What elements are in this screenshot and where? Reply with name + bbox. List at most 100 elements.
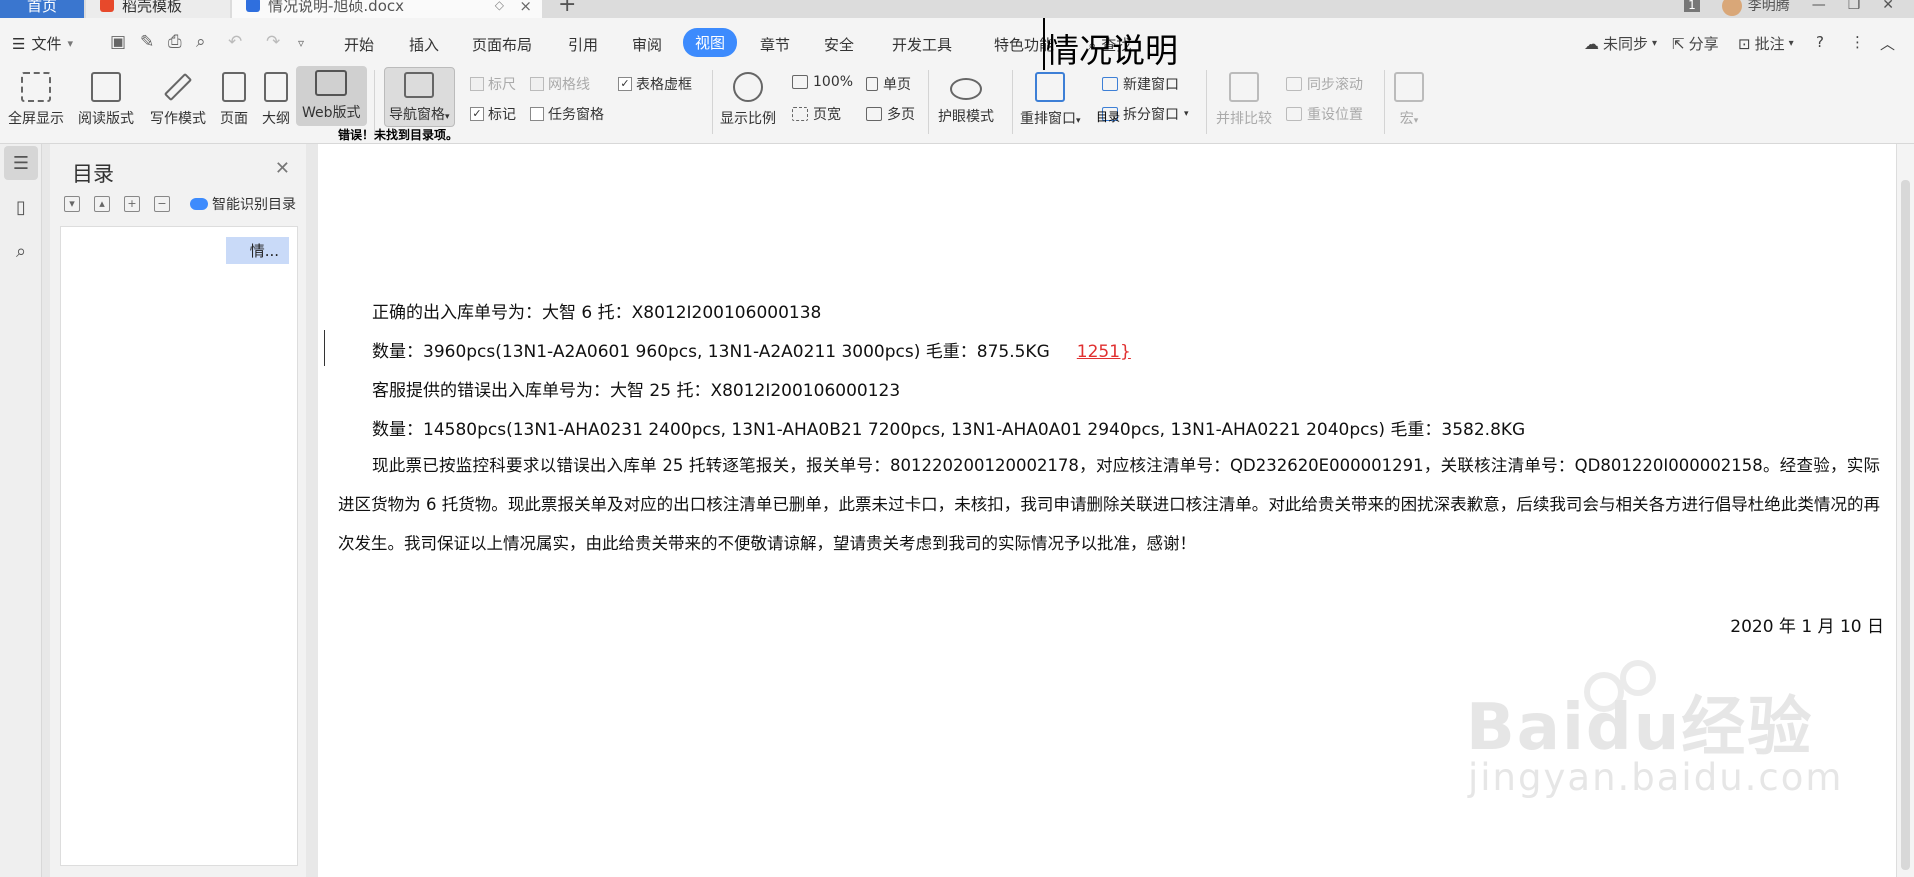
window-count-badge[interactable]: 1 xyxy=(1684,0,1700,12)
book-icon xyxy=(91,72,121,102)
table-gridlines-checkbox[interactable]: ✓ 表格虚框 xyxy=(618,74,692,94)
side-by-side-button[interactable]: 并排比较 xyxy=(1216,68,1272,128)
ribbon-separator xyxy=(928,70,929,134)
navigation-pane-button[interactable]: 导航窗格▾ xyxy=(384,67,455,127)
eye-protection-button[interactable]: 护眼模式 xyxy=(938,68,994,126)
quantity-line-1[interactable]: 数量：3960pcs(13N1-A2A0601 960pcs, 13N1-A2A… xyxy=(372,337,1131,362)
zoom-button[interactable]: 显示比例 xyxy=(720,68,776,128)
document-date[interactable]: 2020 年 1 月 10 日 xyxy=(1730,612,1884,637)
new-window-button[interactable]: 新建窗口 xyxy=(1102,74,1179,94)
tab-insert[interactable]: 插入 xyxy=(409,34,439,55)
tracked-change-text[interactable]: 1251} xyxy=(1077,342,1131,362)
expand-down-icon[interactable]: ▾ xyxy=(64,196,80,212)
view-ribbon: 全屏显示 阅读版式 写作模式 页面 大纲 Web版式 导航窗格▾ 标尺 网格线 … xyxy=(0,62,1914,144)
share-label: 分享 xyxy=(1688,35,1719,53)
writer-doc-icon xyxy=(246,0,260,12)
help-icon[interactable]: ? xyxy=(1816,33,1824,51)
page-width-button[interactable]: 页宽 xyxy=(792,104,841,124)
single-page-button[interactable]: 单页 xyxy=(866,74,911,94)
ruler-checkbox[interactable]: 标尺 xyxy=(470,74,516,94)
remove-heading-icon[interactable]: − xyxy=(154,196,170,212)
ribbon-separator xyxy=(374,70,375,134)
zoom-icon xyxy=(733,72,763,102)
correct-order-line[interactable]: 正确的出入库单号为：大智 6 托：X8012I200106000138 xyxy=(372,298,821,323)
comment-label: 批注 xyxy=(1754,35,1785,53)
sync-scroll-label: 同步滚动 xyxy=(1307,77,1363,93)
quantity-line-2[interactable]: 数量：14580pcs(13N1-AHA0231 2400pcs, 13N1-A… xyxy=(372,415,1525,440)
marks-checkbox[interactable]: ✓ 标记 xyxy=(470,104,516,124)
undo-icon[interactable]: ↶ xyxy=(228,32,242,52)
gridlines-checkbox[interactable]: 网格线 xyxy=(530,74,590,94)
find-icon[interactable]: ⌕ xyxy=(4,234,38,268)
reset-position-button[interactable]: 重设位置 xyxy=(1286,104,1363,124)
rearrange-windows-button[interactable]: 重排窗口▾ xyxy=(1020,68,1081,128)
chevron-down-icon: ▾ xyxy=(1413,116,1419,126)
sync-status[interactable]: ☁ 未同步 ▾ xyxy=(1584,33,1657,54)
tab-docer-templates[interactable]: 稻壳模板 xyxy=(86,0,230,18)
fullscreen-label: 全屏显示 xyxy=(8,111,64,127)
minimize-icon[interactable]: — xyxy=(1812,0,1826,13)
smart-toc-button[interactable]: 智能识别目录 xyxy=(190,194,296,214)
user-account[interactable]: 李明腾 xyxy=(1721,0,1790,16)
collapse-up-icon[interactable]: ▴ xyxy=(94,196,110,212)
bookmark-icon[interactable]: ▯ xyxy=(4,190,38,224)
window-close-icon[interactable]: ✕ xyxy=(1882,0,1894,13)
task-pane-checkbox[interactable]: 任务窗格 xyxy=(530,104,604,124)
writing-mode-button[interactable]: 写作模式 xyxy=(150,68,206,128)
fullscreen-button[interactable]: 全屏显示 xyxy=(8,68,64,128)
close-icon[interactable]: ✕ xyxy=(275,158,290,179)
toc-heading[interactable]: 目录 xyxy=(1096,108,1120,125)
body-paragraph[interactable]: 现此票已按监控科要求以错误出入库单 25 托转逐笔报关，报关单号：8012202… xyxy=(338,446,1880,563)
new-tab-button[interactable]: + xyxy=(558,0,576,17)
file-menu[interactable]: ☰ 文件 ▾ xyxy=(12,33,73,54)
comment-button[interactable]: ⊡ 批注 ▾ xyxy=(1738,33,1794,54)
gridlines-label: 网格线 xyxy=(548,77,590,93)
tab-home-ribbon[interactable]: 开始 xyxy=(344,34,374,55)
reset-position-label: 重设位置 xyxy=(1307,107,1363,123)
toc-item[interactable]: 情... xyxy=(225,237,289,264)
wrong-order-line[interactable]: 客服提供的错误出入库单号为：大智 25 托：X8012I200106000123 xyxy=(372,376,900,401)
zoom-100-button[interactable]: 100% xyxy=(792,74,853,90)
print-icon[interactable]: ⎙ xyxy=(168,32,182,52)
tab-review[interactable]: 审阅 xyxy=(632,34,662,55)
web-layout-button[interactable]: Web版式 xyxy=(296,66,367,126)
tab-document[interactable]: 情况说明-旭硕.docx ◇ × xyxy=(232,0,542,18)
toc-icon[interactable]: ☰ xyxy=(4,146,38,180)
page-layout-button[interactable]: 页面 xyxy=(220,68,248,128)
toc-error-text[interactable]: 错误！未找到目录项。 xyxy=(338,126,458,143)
share-button[interactable]: ⇱ 分享 xyxy=(1672,33,1719,54)
fullscreen-icon xyxy=(21,72,51,102)
format-painter-icon[interactable]: ✎ xyxy=(140,32,154,52)
tab-chapter[interactable]: 章节 xyxy=(760,34,790,55)
more-icon[interactable]: ⋮ xyxy=(1850,33,1865,51)
customize-toolbar-icon[interactable]: ▿ xyxy=(298,36,304,50)
save-icon[interactable]: ▣ xyxy=(110,32,126,52)
rearrange-icon xyxy=(1035,72,1066,102)
tab-view[interactable]: 视图 xyxy=(683,28,738,57)
scroll-thumb[interactable] xyxy=(1901,180,1910,870)
add-heading-icon[interactable]: + xyxy=(124,196,140,212)
smart-toc-icon xyxy=(190,198,208,210)
vertical-scrollbar[interactable] xyxy=(1896,144,1914,877)
print-preview-icon[interactable]: ⌕ xyxy=(196,32,206,52)
document-title[interactable]: 情况说明 xyxy=(1046,24,1178,72)
redo-icon[interactable]: ↷ xyxy=(266,32,280,52)
collapse-ribbon-icon[interactable]: ︿ xyxy=(1880,33,1895,54)
restore-icon[interactable]: ❐ xyxy=(1848,0,1861,13)
multi-page-button[interactable]: 多页 xyxy=(866,104,915,124)
tab-home[interactable]: 首页 xyxy=(0,0,84,18)
read-layout-button[interactable]: 阅读版式 xyxy=(78,68,134,128)
outline-button[interactable]: 大纲 xyxy=(262,68,290,128)
tab-references[interactable]: 引用 xyxy=(568,34,598,55)
macro-button[interactable]: 宏▾ xyxy=(1394,68,1424,128)
table-gridlines-label: 表格虚框 xyxy=(636,77,692,93)
tab-security[interactable]: 安全 xyxy=(824,34,854,55)
tab-developer[interactable]: 开发工具 xyxy=(892,34,952,55)
sync-scroll-button[interactable]: 同步滚动 xyxy=(1286,74,1363,94)
single-page-label: 单页 xyxy=(883,77,911,93)
tab-special-features[interactable]: 特色功能 xyxy=(994,34,1054,55)
read-layout-label: 阅读版式 xyxy=(78,111,134,127)
close-tab-icon[interactable]: × xyxy=(519,0,532,15)
share-icon: ⇱ xyxy=(1672,34,1685,53)
tab-page-layout[interactable]: 页面布局 xyxy=(472,34,532,55)
